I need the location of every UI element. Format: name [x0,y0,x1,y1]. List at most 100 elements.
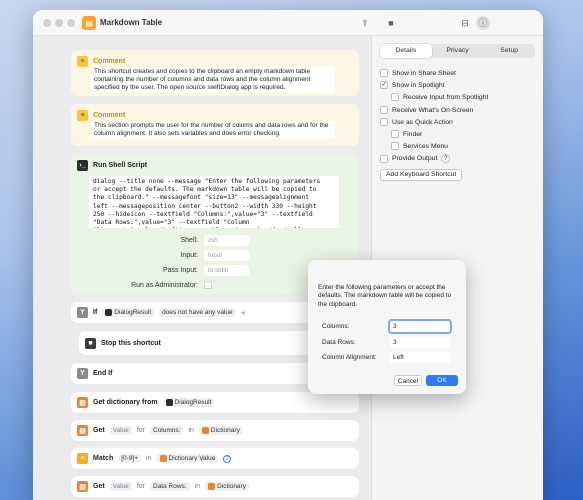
stop-icon[interactable]: ■ [385,17,397,29]
tab-details[interactable]: Details [380,44,432,58]
columns-input[interactable]: 3 [388,319,452,334]
dictionary-value-token[interactable]: Dictionary Value [156,454,219,463]
add-condition-button[interactable]: + [241,308,246,318]
get-keyword: Get [93,483,105,490]
admin-param: Run as Administrator: [89,279,212,291]
dialog-field-alignment: Column Alignment: Left [322,352,450,363]
option-quick-action[interactable]: Use as Quick Action [380,118,453,126]
shortcuts-window: ▤ Markdown Table ⇪ ■ ⊟ ⓘ ≡ Comment This s… [33,10,543,500]
dialog-window: Enter the following parameters or accept… [308,260,466,394]
dictionary-icon [201,427,209,434]
comment-action[interactable]: ≡ Comment This section prompts the user f… [71,104,359,146]
key-token[interactable]: Columns: [150,426,184,435]
checkbox[interactable] [391,93,399,101]
get-dictionary-action[interactable]: ▤ Get dictionary from DialogResult [71,392,359,413]
option-spotlight[interactable]: ✓ Show in Spotlight [380,81,445,89]
pattern-token[interactable]: [0-9]+ [118,454,142,463]
variable-token[interactable]: DialogResult [102,308,155,317]
run-as-admin-toggle[interactable] [204,281,212,289]
value-token[interactable]: Value [109,482,132,491]
param-label: Run as Administrator: [131,281,198,289]
share-icon[interactable]: ⇪ [359,17,371,29]
options-badge[interactable]: 2 [223,454,232,463]
library-icon[interactable]: ⊟ [459,17,471,29]
cancel-button[interactable]: Cancel [394,375,422,386]
get-value-action[interactable]: ▤ Get Value for Columns: in Dictionary [71,420,359,441]
get-value-action[interactable]: ▤ Get Value for Data Rows: in Dictionary [71,476,359,497]
comment-title: Comment [93,112,126,119]
dictionary-token[interactable]: Dictionary [198,426,243,435]
field-label: Columns: [322,323,350,330]
comment-title: Comment [93,58,126,65]
checkbox[interactable]: ✓ [380,81,388,89]
stop-icon: ■ [85,337,96,349]
end-if-icon: Y [77,368,88,379]
tab-setup[interactable]: Setup [483,44,535,58]
panel-tabs: Details Privacy Setup [380,44,535,58]
comment-text[interactable]: This section prompts the user for the nu… [91,121,335,139]
dictionary-icon: ▤ [77,425,88,436]
help-icon[interactable]: ? [441,154,451,163]
action-title: Run Shell Script [93,162,148,169]
dictionary-icon [208,483,216,490]
terminal-icon [165,399,173,406]
match-label: Match [93,455,114,462]
comment-icon: ≡ [77,110,88,121]
input-select[interactable]: Input [204,249,249,261]
checkbox[interactable] [380,69,388,77]
zoom-window-button[interactable] [67,19,75,27]
stop-label: Stop this shortcut [101,339,161,347]
param-label: Input: [180,251,198,259]
window-title[interactable]: Markdown Table [100,18,162,27]
checkbox[interactable] [391,142,399,150]
close-window-button[interactable] [43,19,51,27]
for-keyword: for [136,427,145,434]
if-keyword: If [93,309,98,316]
end-if-label: End If [93,370,113,377]
checkbox[interactable] [391,130,399,138]
option-services-menu[interactable]: Services Menu [391,142,448,150]
key-token[interactable]: Data Rows: [150,482,190,491]
comment-action[interactable]: ≡ Comment This shortcut creates and copie… [71,50,359,96]
ok-button[interactable]: OK [426,375,458,386]
alignment-input[interactable]: Left [390,352,450,363]
tab-privacy[interactable]: Privacy [432,44,484,58]
script-editor[interactable]: dialog --title none --message "Enter the… [89,176,339,228]
comment-text[interactable]: This shortcut creates and copies to the … [91,67,335,93]
field-label: Data Rows: [322,339,356,346]
checkbox[interactable] [380,118,388,126]
dictionary-token[interactable]: Dictionary [205,482,249,491]
checkbox[interactable] [380,106,388,114]
in-keyword: in [194,483,201,490]
param-label: Shell: [180,236,198,244]
pass-input-param: Pass Input: to stdin [89,264,249,276]
in-keyword: in [146,455,152,462]
option-spotlight-input[interactable]: Receive Input from Spotlight [391,93,488,101]
variable-token[interactable]: DialogResult [162,398,215,407]
option-provide-output[interactable]: Provide Output? [380,154,451,163]
dialog-field-columns: Columns: 3 [322,319,452,334]
shortcut-icon[interactable]: ▤ [82,16,96,30]
condition-token[interactable]: does not have any value [159,308,236,317]
minimize-window-button[interactable] [55,19,63,27]
match-text-action[interactable]: ≡ Match [0-9]+ in Dictionary Value 2 [71,448,359,469]
option-whats-on-screen[interactable]: Receive What's On Screen [380,106,473,114]
dialog-field-data-rows: Data Rows: 3 [322,337,450,348]
terminal-icon: ›_ [77,160,88,171]
pass-input-select[interactable]: to stdin [204,264,249,276]
option-finder[interactable]: Finder [391,130,422,138]
value-token[interactable]: Value [109,426,132,435]
input-param: Input: Input [89,249,249,261]
shell-select[interactable]: zsh [204,234,249,246]
get-keyword: Get [93,427,105,434]
comment-icon: ≡ [77,56,88,67]
option-share-sheet[interactable]: Show in Share Sheet [380,69,456,77]
checkbox[interactable] [380,154,388,163]
data-rows-input[interactable]: 3 [390,337,450,348]
for-keyword: for [136,483,145,490]
add-keyboard-shortcut-button[interactable]: Add Keyboard Shortcut [380,169,463,181]
dictionary-icon: ▤ [77,397,88,408]
if-icon: Y [77,307,88,318]
in-keyword: in [188,427,194,434]
info-icon[interactable]: ⓘ [476,16,490,30]
